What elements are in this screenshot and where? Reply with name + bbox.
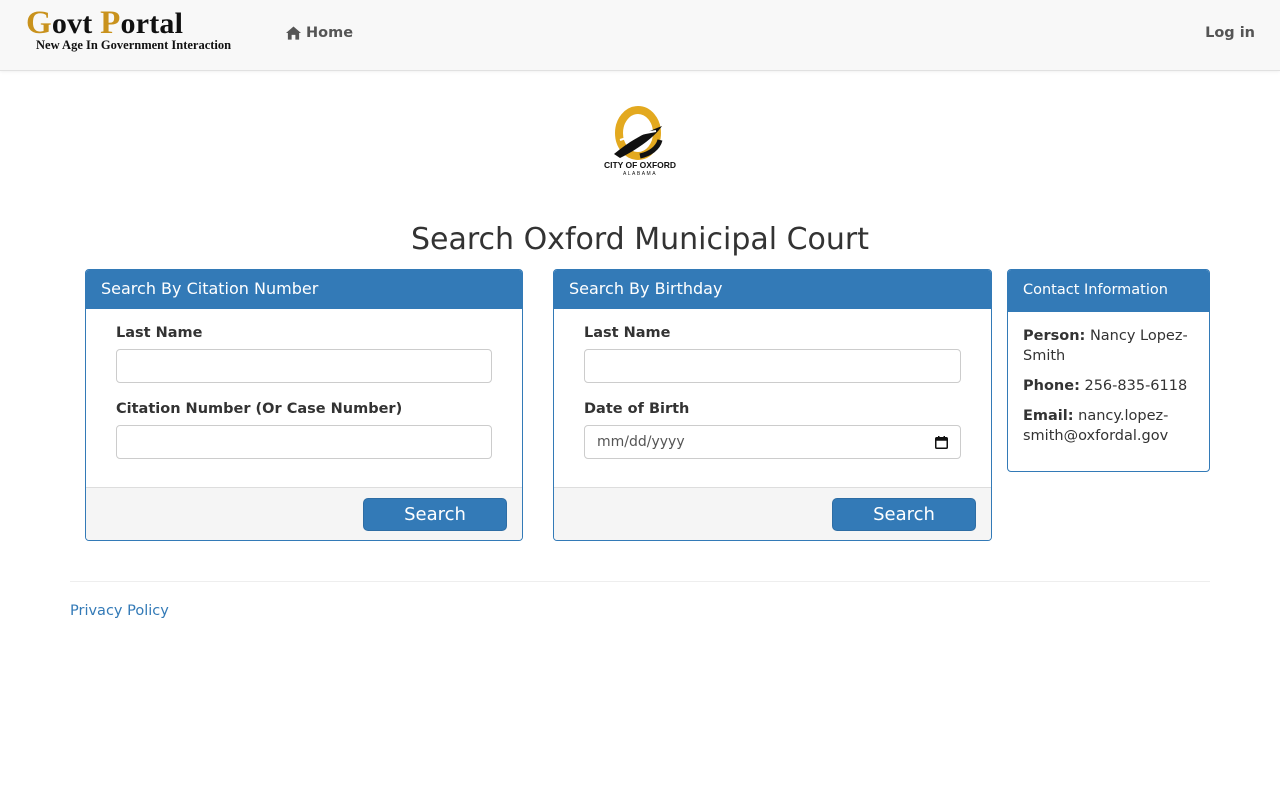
- logo-state-text: ALABAMA: [623, 171, 657, 177]
- dob-label: Date of Birth: [584, 401, 690, 417]
- home-icon: [286, 26, 301, 40]
- birthday-panel-heading: Search By Birthday: [554, 270, 991, 309]
- contact-email: Email: nancy.lopez-smith@oxfordal.gov: [1023, 406, 1194, 446]
- birthday-panel-footer: Search: [554, 487, 991, 540]
- brand-letter-g: G: [26, 5, 52, 41]
- navbar: Govt Portal New Age In Government Intera…: [0, 0, 1280, 71]
- footer-divider: [70, 581, 1210, 582]
- city-logo: CITY OF OXFORD ALABAMA: [600, 104, 680, 178]
- citation-panel-body: Last Name Citation Number (Or Case Numbe…: [86, 309, 522, 487]
- citation-last-name-label: Last Name: [116, 325, 203, 341]
- citation-number-input[interactable]: [116, 425, 492, 459]
- brand-title-part2: ortal: [120, 7, 184, 40]
- login-link[interactable]: Log in: [1205, 25, 1255, 41]
- dob-input[interactable]: mm/dd/yyyy: [584, 425, 961, 459]
- contact-info-panel: Contact Information Person: Nancy Lopez-…: [1007, 269, 1210, 472]
- page-title: Search Oxford Municipal Court: [410, 222, 870, 257]
- logo-city-text: CITY OF OXFORD: [604, 160, 676, 170]
- contact-person-label: Person:: [1023, 328, 1086, 344]
- contact-panel-heading: Contact Information: [1008, 270, 1209, 312]
- contact-person: Person: Nancy Lopez-Smith: [1023, 326, 1194, 366]
- brand-title-part1: ovt: [51, 7, 101, 40]
- calendar-icon[interactable]: [935, 435, 948, 449]
- birthday-panel-body: Last Name Date of Birth mm/dd/yyyy: [554, 309, 991, 487]
- citation-search-panel: Search By Citation Number Last Name Cita…: [85, 269, 523, 541]
- nav-home-link[interactable]: Home: [286, 25, 353, 41]
- brand-logo-link[interactable]: Govt Portal New Age In Government Intera…: [26, 6, 231, 53]
- birthday-last-name-input[interactable]: [584, 349, 961, 383]
- birthday-search-panel: Search By Birthday Last Name Date of Bir…: [553, 269, 992, 541]
- brand-title: Govt Portal: [26, 6, 231, 41]
- brand-letter-p: P: [100, 5, 121, 41]
- contact-phone: Phone: 256-835-6118: [1023, 376, 1194, 396]
- privacy-policy-link[interactable]: Privacy Policy: [70, 603, 169, 619]
- brand-tagline: New Age In Government Interaction: [36, 38, 232, 52]
- contact-phone-value: 256-835-6118: [1084, 378, 1188, 394]
- contact-email-label: Email:: [1023, 408, 1074, 424]
- citation-number-label: Citation Number (Or Case Number): [116, 401, 403, 417]
- contact-panel-body: Person: Nancy Lopez-Smith Phone: 256-835…: [1008, 312, 1209, 470]
- nav-home-label: Home: [306, 25, 354, 41]
- citation-panel-heading: Search By Citation Number: [86, 270, 522, 309]
- citation-search-button[interactable]: Search: [363, 498, 507, 531]
- citation-panel-footer: Search: [86, 487, 522, 540]
- birthday-search-button[interactable]: Search: [832, 498, 976, 531]
- birthday-last-name-label: Last Name: [584, 325, 671, 341]
- dob-placeholder: mm/dd/yyyy: [597, 434, 685, 450]
- citation-last-name-input[interactable]: [116, 349, 492, 383]
- contact-phone-label: Phone:: [1023, 378, 1080, 394]
